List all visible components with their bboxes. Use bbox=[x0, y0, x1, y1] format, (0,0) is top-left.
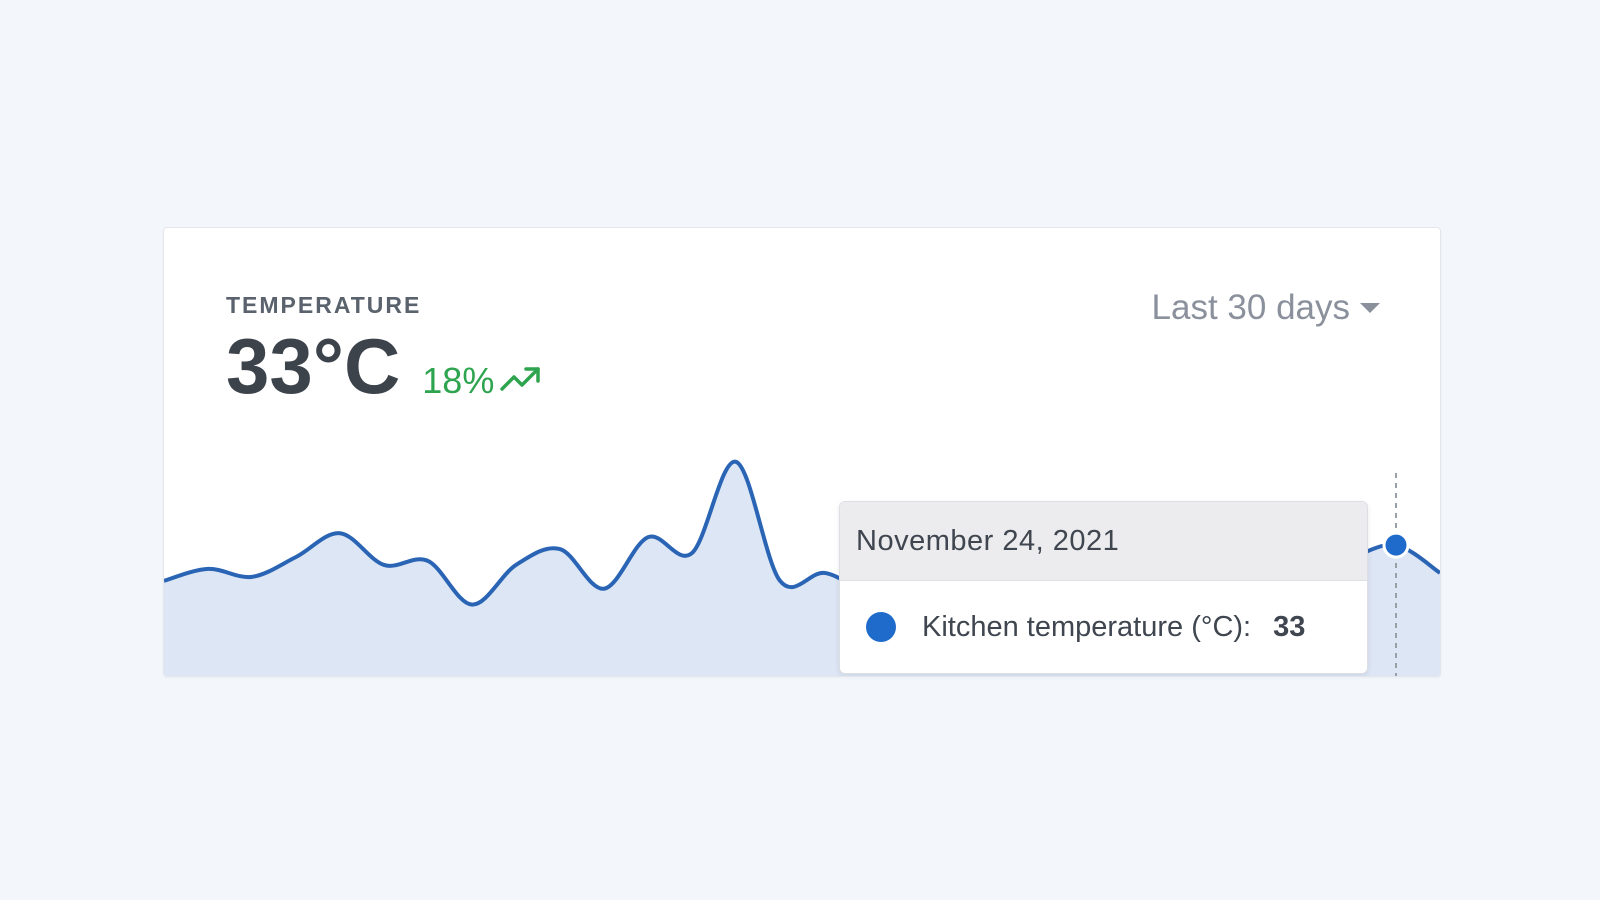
chart-tooltip: November 24, 2021 Kitchen temperature (°… bbox=[839, 501, 1368, 674]
trending-up-icon bbox=[500, 367, 541, 391]
tooltip-row: Kitchen temperature (°C): 33 bbox=[840, 581, 1367, 673]
metric-value: 33°C bbox=[226, 322, 401, 410]
date-range-label: Last 30 days bbox=[1151, 288, 1350, 327]
tooltip-series-name: Kitchen temperature (°C): bbox=[922, 610, 1252, 643]
hover-point-marker[interactable] bbox=[1382, 531, 1410, 559]
caret-down-icon bbox=[1360, 303, 1380, 313]
metric-change: 18% bbox=[422, 360, 542, 402]
metric-change-percent: 18% bbox=[422, 360, 495, 401]
temperature-card: TEMPERATURE 33°C 18% Last 30 days Novemb… bbox=[163, 227, 1441, 677]
tooltip-value: 33 bbox=[1273, 610, 1306, 643]
series-color-dot bbox=[866, 612, 896, 642]
metric-row: 33°C 18% bbox=[226, 327, 542, 405]
metric-header: TEMPERATURE 33°C 18% bbox=[226, 292, 542, 405]
metric-label: TEMPERATURE bbox=[226, 292, 422, 318]
date-range-dropdown[interactable]: Last 30 days bbox=[1152, 288, 1380, 328]
tooltip-date: November 24, 2021 bbox=[840, 502, 1367, 581]
